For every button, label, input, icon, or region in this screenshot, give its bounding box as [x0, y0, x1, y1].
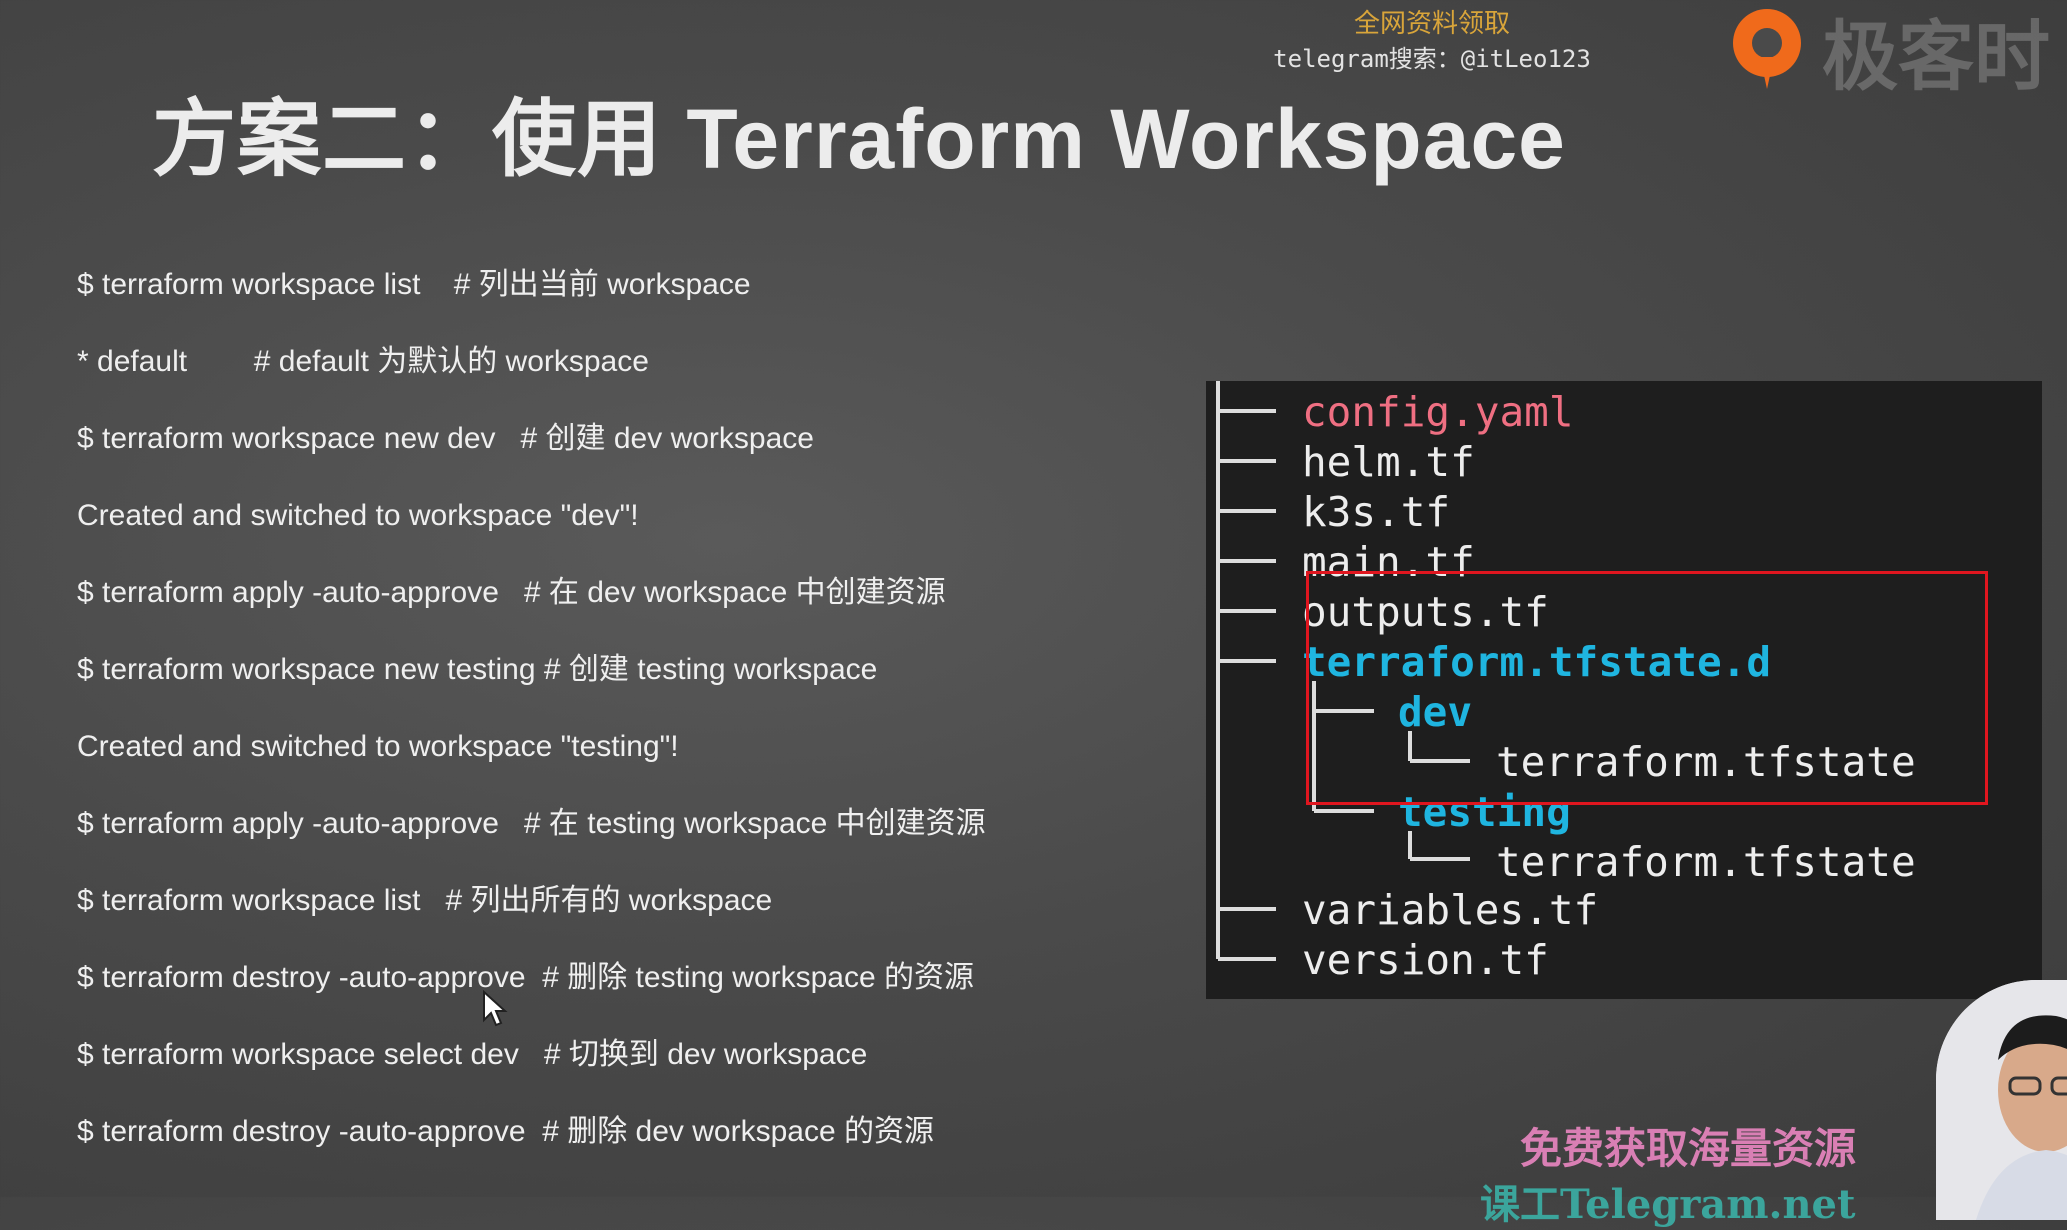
- brand: 极客时: [1726, 0, 2050, 100]
- command-line: $ terraform workspace new dev # 创建 dev w…: [77, 422, 814, 455]
- tree-item-k3s-tf: k3s.tf: [1302, 488, 1451, 536]
- command-line: Created and switched to workspace "testi…: [77, 730, 679, 763]
- promo-text: 免费获取海量资源: [1520, 1124, 1857, 1173]
- command-line: $ terraform workspace new testing # 创建 t…: [77, 653, 878, 686]
- watermark-line-1: 全网资料领取: [1353, 9, 1510, 39]
- watermark: 全网资料领取 telegram搜索：@itLeo123: [1262, 6, 1602, 76]
- brand-name: 极客时: [1822, 15, 2050, 100]
- tree-item-version-tf: version.tf: [1302, 936, 1549, 984]
- geektime-logo-icon: [1733, 9, 1801, 89]
- tree-item-testing-tfstate: terraform.tfstate: [1496, 838, 1916, 886]
- command-line: $ terraform workspace list # 列出所有的 works…: [77, 884, 773, 917]
- command-line: $ terraform destroy -auto-approve # 删除 t…: [77, 961, 975, 994]
- command-line: $ terraform workspace list # 列出当前 worksp…: [77, 268, 751, 301]
- watermark-line-2: telegram搜索：@itLeo123: [1273, 45, 1591, 73]
- mouse-cursor-icon: [483, 990, 508, 1027]
- command-list: $ terraform workspace list # 列出当前 worksp…: [77, 256, 986, 1180]
- command-line: $ terraform workspace select dev # 切换到 d…: [77, 1038, 868, 1071]
- presenter-avatar-icon: [1936, 980, 2067, 1220]
- tree-item-config-yaml: config.yaml: [1302, 388, 1574, 436]
- command-line: * default # default 为默认的 workspace: [77, 345, 649, 378]
- highlight-box: [1306, 571, 1988, 805]
- tree-item-helm-tf: helm.tf: [1302, 438, 1475, 486]
- tree-item-variables-tf: variables.tf: [1302, 886, 1599, 934]
- presenter-webcam: [1936, 980, 2067, 1220]
- command-line: $ terraform apply -auto-approve # 在 dev …: [77, 576, 946, 609]
- slide-title: 方案二：使用 Terraform Workspace: [152, 92, 1566, 186]
- command-line: Created and switched to workspace "dev"!: [77, 499, 639, 532]
- command-line: $ terraform destroy -auto-approve # 删除 d…: [77, 1115, 934, 1148]
- command-line: $ terraform apply -auto-approve # 在 test…: [77, 807, 986, 840]
- promo-subtext: 课工Telegram.net: [1480, 1181, 1856, 1228]
